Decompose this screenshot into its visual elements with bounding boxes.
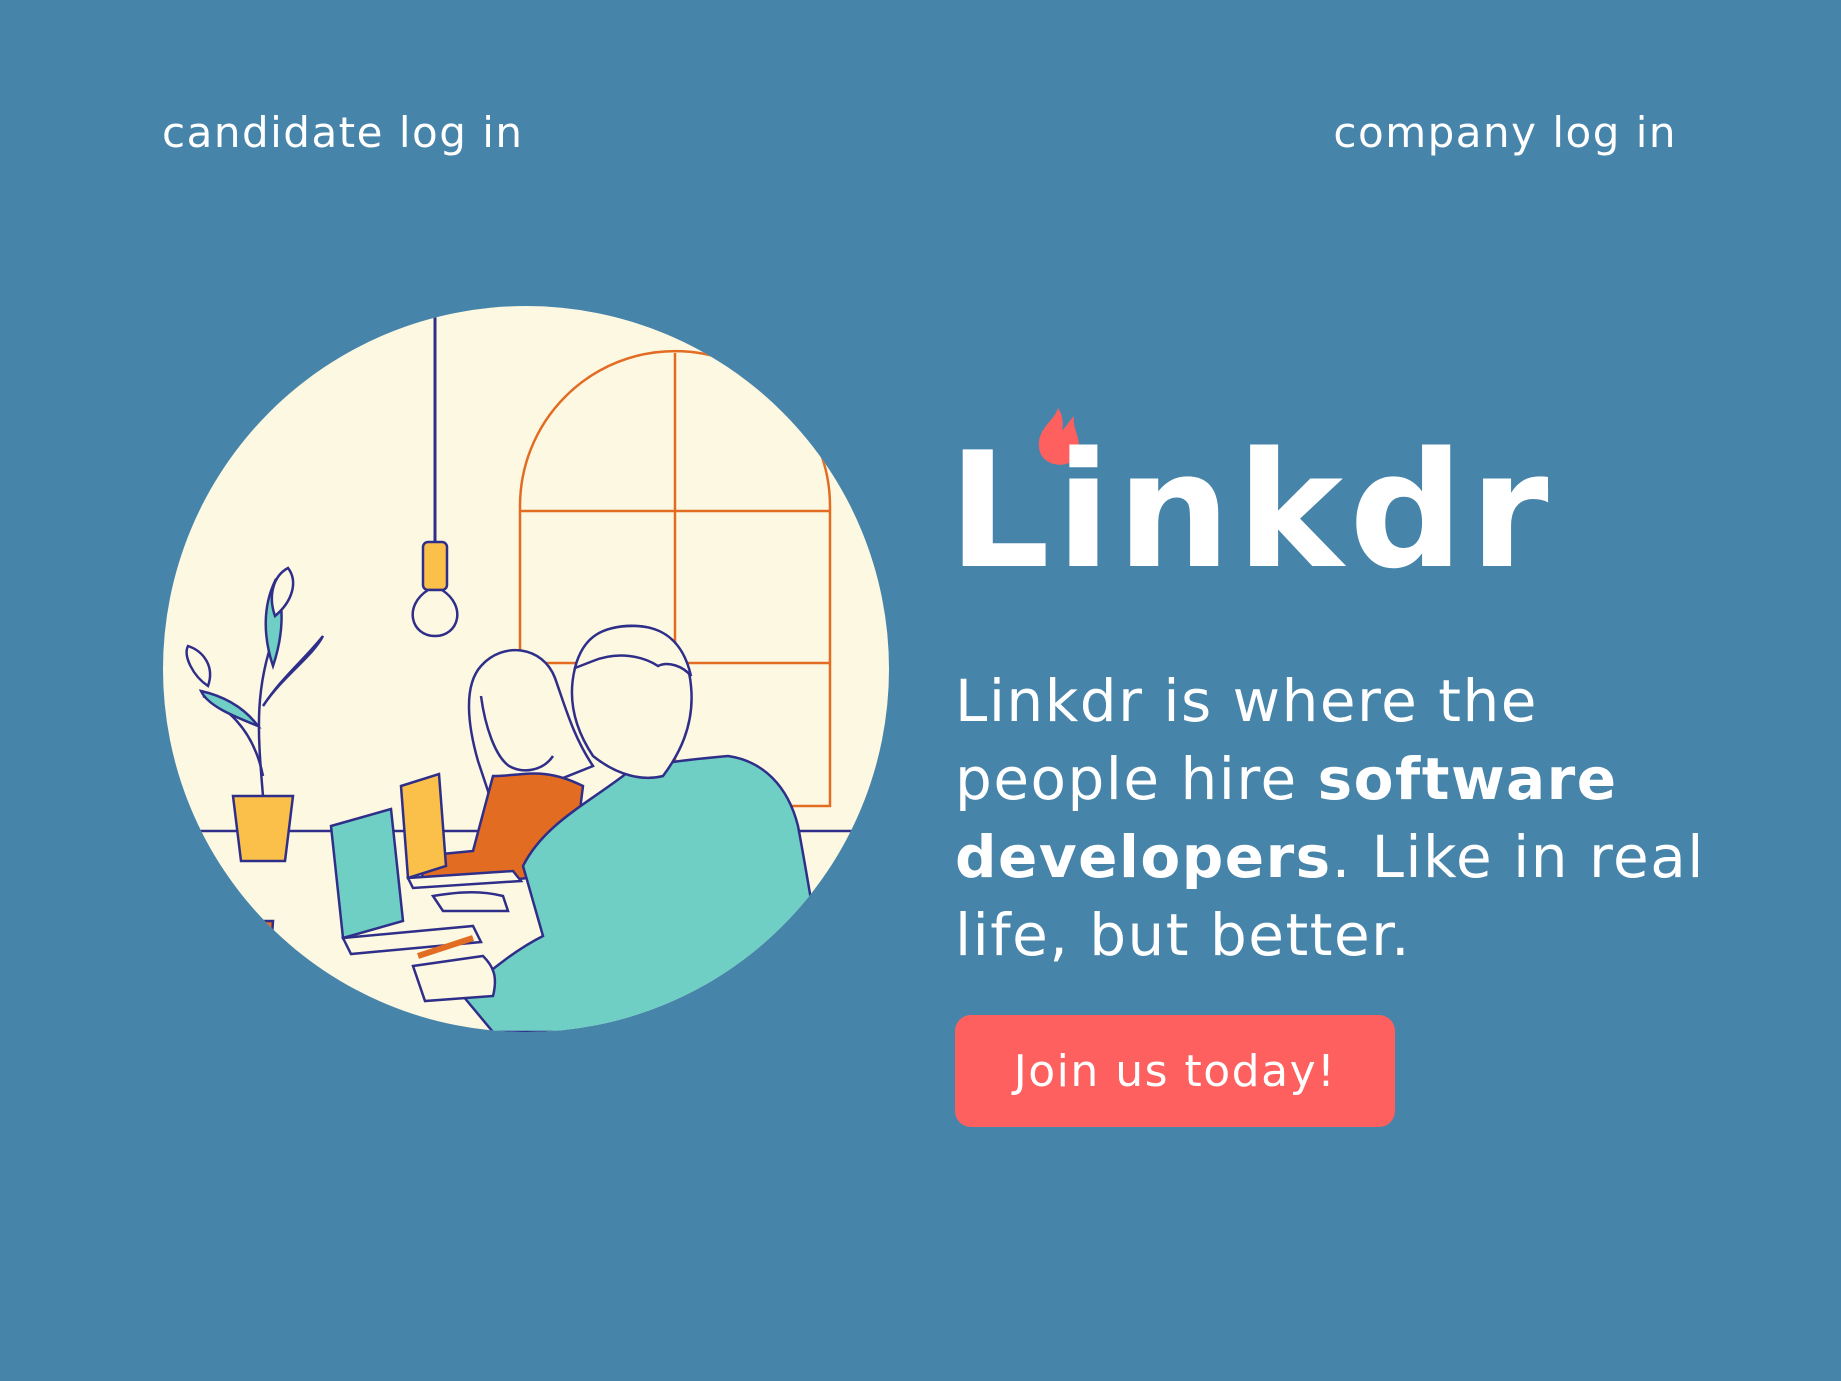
candidate-login-link[interactable]: candidate log in: [162, 108, 524, 157]
hero-tagline: Linkdr is where the people hire software…: [955, 662, 1715, 974]
landing-page: candidate log in company log in Linkdr L…: [0, 0, 1841, 1381]
coworkers-illustration: [163, 306, 889, 1032]
logo-wordmark: Linkdr: [948, 417, 1555, 604]
join-us-button[interactable]: Join us today!: [955, 1015, 1395, 1127]
linkdr-logo[interactable]: Linkdr: [948, 408, 1549, 604]
company-login-link[interactable]: company log in: [1333, 108, 1677, 157]
